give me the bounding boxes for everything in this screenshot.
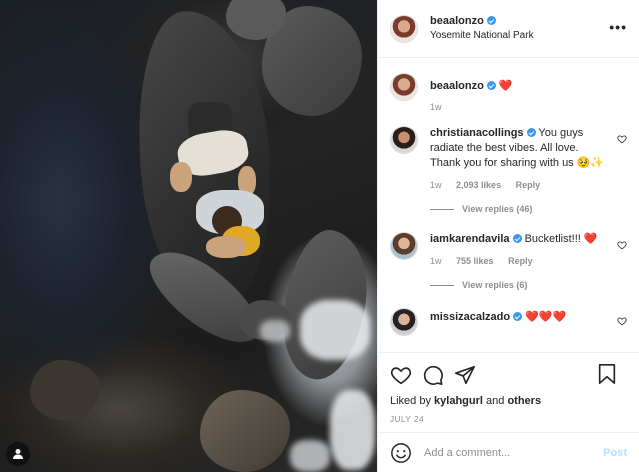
comment-meta: 1w 755 likes Reply bbox=[430, 256, 609, 266]
comment-body: beaalonzo ❤️ 1w bbox=[430, 73, 627, 112]
liked-others[interactable]: others bbox=[507, 395, 541, 407]
heart-icon[interactable] bbox=[617, 240, 627, 250]
rock bbox=[200, 390, 290, 472]
water-highlight bbox=[300, 300, 370, 360]
comment-body: christianacollings You guys radiate the … bbox=[430, 126, 627, 190]
liked-and: and bbox=[486, 395, 505, 407]
comment-text: ❤️❤️❤️ bbox=[525, 311, 567, 323]
liked-user[interactable]: kylahgurl bbox=[434, 395, 483, 407]
heart-icon[interactable] bbox=[617, 134, 627, 144]
verified-badge-icon bbox=[513, 312, 523, 321]
post-actions: Liked by kylahgurl and others JULY 24 bbox=[378, 352, 639, 432]
post-date[interactable]: JULY 24 bbox=[390, 415, 627, 424]
comment-text: ❤️ bbox=[498, 80, 513, 92]
emoji-icon[interactable] bbox=[390, 442, 412, 464]
reply-button[interactable]: Reply bbox=[516, 180, 541, 190]
post-header: beaalonzo Yosemite National Park ••• bbox=[378, 0, 639, 58]
avatar-image bbox=[391, 74, 417, 100]
avatar[interactable] bbox=[390, 14, 418, 43]
person-leg bbox=[206, 236, 246, 258]
avatar[interactable] bbox=[390, 126, 418, 154]
comment-username[interactable]: beaalonzo bbox=[430, 80, 484, 92]
comment-meta: 1w bbox=[430, 102, 609, 112]
comment: christianacollings You guys radiate the … bbox=[390, 126, 627, 190]
verified-badge-icon bbox=[486, 16, 496, 25]
liked-by: Liked by kylahgurl and others bbox=[390, 395, 627, 407]
comment: missizacalzado ❤️❤️❤️ bbox=[390, 308, 627, 336]
user-tag-icon[interactable] bbox=[6, 442, 30, 466]
verified-badge-icon bbox=[512, 234, 522, 243]
post-photo[interactable] bbox=[0, 0, 377, 472]
comment-body: iamkarendavila Bucketlist!!! ❤️ 1w 755 l… bbox=[430, 232, 627, 266]
avatar-image bbox=[391, 15, 417, 42]
post-location[interactable]: Yosemite National Park bbox=[430, 29, 534, 43]
heart-icon[interactable] bbox=[617, 316, 627, 326]
post-side-panel: beaalonzo Yosemite National Park ••• bea… bbox=[377, 0, 639, 472]
comment-likes[interactable]: 2,093 likes bbox=[456, 180, 501, 190]
comment: iamkarendavila Bucketlist!!! ❤️ 1w 755 l… bbox=[390, 232, 627, 266]
post-username[interactable]: beaalonzo bbox=[430, 15, 484, 27]
action-icons bbox=[390, 363, 627, 387]
water-highlight bbox=[260, 320, 290, 342]
water-highlight bbox=[290, 440, 330, 472]
comments-list[interactable]: beaalonzo ❤️ 1w christianacollings You g… bbox=[378, 59, 639, 352]
water-highlight bbox=[330, 390, 375, 470]
header-text: beaalonzo Yosemite National Park bbox=[430, 14, 534, 43]
avatar[interactable] bbox=[390, 232, 418, 260]
rock bbox=[30, 360, 100, 420]
verified-badge-icon bbox=[526, 128, 536, 137]
bookmark-icon[interactable] bbox=[597, 363, 617, 385]
avatar-image bbox=[391, 309, 417, 335]
avatar[interactable] bbox=[390, 73, 418, 101]
add-comment-bar: Post bbox=[378, 432, 639, 472]
post-button[interactable]: Post bbox=[603, 447, 627, 459]
avatar[interactable] bbox=[390, 308, 418, 336]
comment-icon[interactable] bbox=[422, 364, 444, 386]
more-options-icon[interactable]: ••• bbox=[609, 20, 627, 34]
reply-button[interactable]: Reply bbox=[508, 256, 533, 266]
comment-likes[interactable]: 755 likes bbox=[456, 256, 494, 266]
comment-time[interactable]: 1w bbox=[430, 256, 442, 266]
heart-icon[interactable] bbox=[390, 364, 412, 386]
comment-meta: 1w 2,093 likes Reply bbox=[430, 180, 609, 190]
comment-username[interactable]: christianacollings bbox=[430, 127, 524, 139]
comment-text: Bucketlist!!! ❤️ bbox=[524, 233, 598, 245]
view-replies-button[interactable]: View replies (6) bbox=[430, 280, 627, 290]
comment-time[interactable]: 1w bbox=[430, 102, 442, 112]
comment-username[interactable]: missizacalzado bbox=[430, 311, 510, 323]
comment-input[interactable] bbox=[424, 446, 604, 459]
share-icon[interactable] bbox=[454, 364, 476, 386]
comment-time[interactable]: 1w bbox=[430, 180, 442, 190]
view-replies-button[interactable]: View replies (46) bbox=[430, 204, 627, 214]
caption: beaalonzo ❤️ 1w bbox=[390, 73, 627, 112]
verified-badge-icon bbox=[486, 81, 496, 90]
comment-body: missizacalzado ❤️❤️❤️ bbox=[430, 308, 627, 336]
person-arm bbox=[170, 162, 192, 192]
avatar-image bbox=[391, 127, 417, 153]
liked-prefix: Liked by bbox=[390, 395, 431, 407]
comment-username[interactable]: iamkarendavila bbox=[430, 233, 510, 245]
avatar-image bbox=[391, 233, 417, 259]
